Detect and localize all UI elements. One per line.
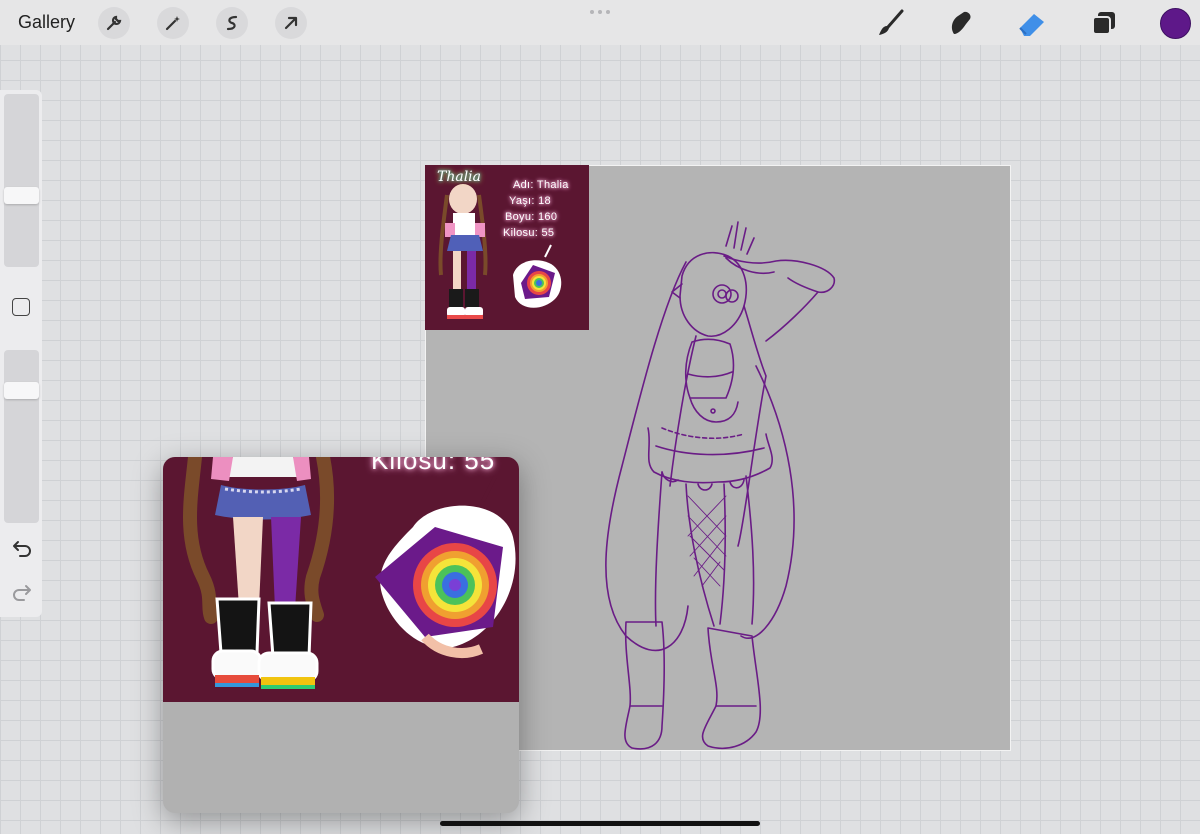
eraser-tool[interactable] — [1016, 8, 1048, 38]
layers-icon — [1092, 12, 1115, 35]
redo-icon — [13, 585, 31, 601]
magic-wand-icon — [165, 16, 180, 31]
reference-visible-text: Kilosu: 55 — [371, 457, 496, 475]
left-sidebar — [0, 90, 42, 617]
brush-tool[interactable] — [874, 8, 906, 38]
brush-icon — [879, 9, 904, 35]
undo-button[interactable] — [10, 536, 34, 560]
brush-size-slider[interactable] — [4, 94, 39, 267]
opacity-knob[interactable] — [4, 382, 39, 399]
redo-button[interactable] — [10, 580, 34, 604]
top-toolbar: Gallery — [0, 0, 1200, 45]
thumbnail-title: Thalia — [437, 169, 482, 185]
transform-button[interactable] — [275, 7, 307, 39]
selection-button[interactable] — [216, 7, 248, 39]
thumbnail-line-name: Adı: Thalia — [513, 179, 569, 191]
transform-arrow-icon — [284, 16, 298, 30]
gallery-button[interactable]: Gallery — [18, 12, 75, 33]
actions-button[interactable] — [98, 7, 130, 39]
eraser-icon — [1019, 14, 1044, 36]
reference-image[interactable]: Kilosu: 55 — [163, 457, 519, 702]
smudge-tool[interactable] — [945, 8, 977, 38]
thumbnail-line-weight: Kilosu: 55 — [503, 227, 555, 239]
reference-window[interactable]: Kilosu: 55 — [163, 457, 519, 813]
thumbnail-line-age: Yaşı: 18 — [509, 195, 551, 207]
wrench-icon — [106, 15, 122, 31]
character-figure-zoomed — [183, 457, 516, 689]
window-handle[interactable] — [590, 10, 612, 14]
thumbnail-line-height: Boyu: 160 — [505, 211, 558, 223]
reference-thumbnail: Thalia Adı: Thalia Yaşı: 18 Boyu: 160 Ki… — [425, 165, 589, 330]
color-picker-button[interactable] — [1160, 8, 1191, 39]
selection-icon — [226, 15, 238, 31]
home-indicator[interactable] — [440, 821, 760, 826]
undo-icon — [13, 541, 31, 557]
opacity-slider[interactable] — [4, 350, 39, 523]
modify-square-icon[interactable] — [12, 298, 30, 316]
brush-size-knob[interactable] — [4, 187, 39, 204]
adjustments-button[interactable] — [157, 7, 189, 39]
layers-button[interactable] — [1088, 8, 1120, 38]
smudge-icon — [951, 11, 971, 35]
